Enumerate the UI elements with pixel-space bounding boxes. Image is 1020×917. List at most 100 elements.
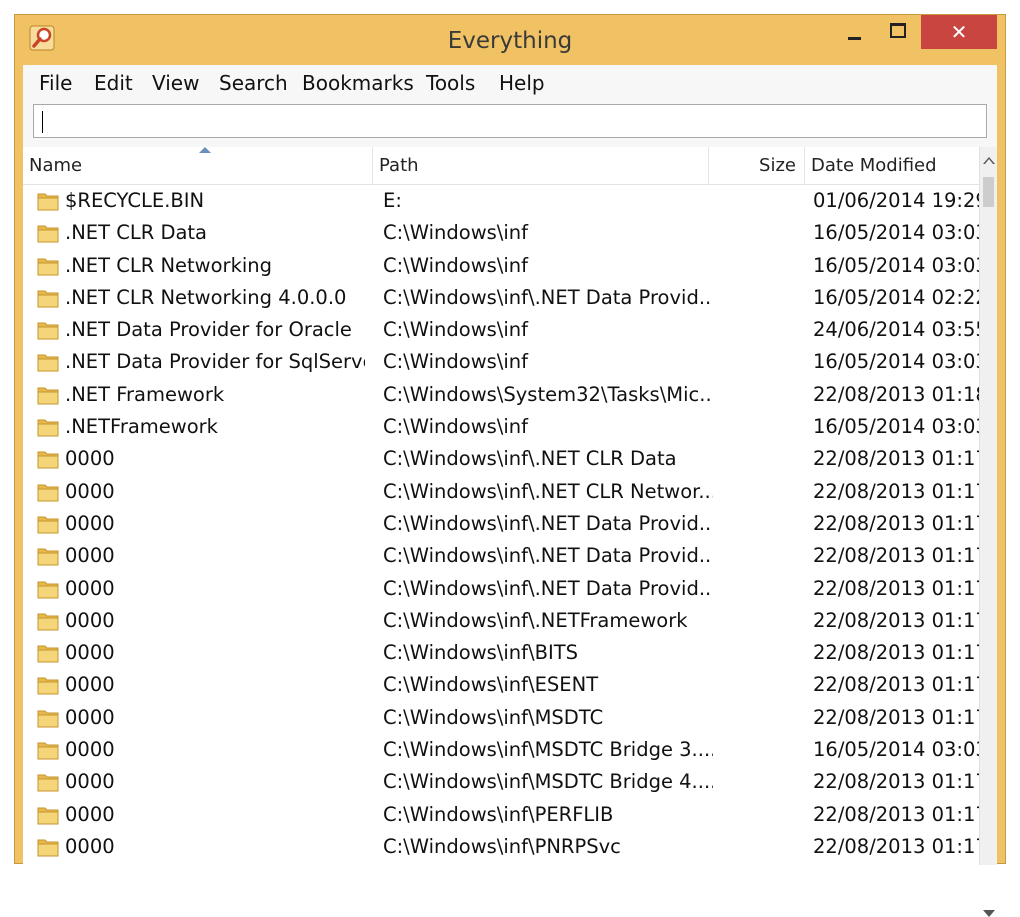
row-path: C:\Windows\inf (383, 253, 529, 277)
table-row[interactable]: 0000 C:\Windows\inf\BITS 22/08/2013 01:1… (23, 637, 979, 669)
column-label-date: Date Modified (811, 155, 937, 176)
table-row[interactable]: 0000 C:\Windows\inf\MSDTC Bridge 3.... 1… (23, 734, 979, 766)
row-path: C:\Windows\inf\BITS (383, 641, 578, 665)
table-row[interactable]: 0000 C:\Windows\inf\.NET Data Provid... … (23, 540, 979, 572)
row-name: 0000 (65, 479, 115, 503)
vertical-scrollbar[interactable] (979, 147, 997, 917)
menu-bookmarks[interactable]: Bookmarks (302, 71, 414, 95)
row-path: C:\Windows\inf (383, 350, 529, 374)
row-date-modified: 22/08/2013 01:17 (813, 802, 979, 826)
row-path: C:\Windows\inf\PERFLIB (383, 802, 614, 826)
app-window: Everything ✕ File Edit View Search Bookm… (14, 14, 1006, 917)
folder-icon (37, 354, 59, 372)
row-path: C:\Windows\inf\MSDTC (383, 705, 604, 729)
search-input[interactable] (33, 104, 987, 138)
table-row[interactable]: 0000 C:\Windows\inf\MSDTC 22/08/2013 01:… (23, 702, 979, 734)
table-row[interactable]: .NET CLR Networking C:\Windows\inf 16/05… (23, 250, 979, 282)
row-path: C:\Windows\inf\ESENT (383, 673, 599, 697)
table-row[interactable]: .NET CLR Data C:\Windows\inf 16/05/2014 … (23, 217, 979, 249)
column-header-path[interactable]: Path (373, 147, 709, 184)
row-date-modified: 22/08/2013 01:17 (813, 705, 979, 729)
scroll-thumb[interactable] (983, 177, 994, 207)
row-path: C:\Windows\System32\Tasks\Mic... (383, 382, 713, 406)
folder-icon (37, 193, 59, 211)
row-name: 0000 (65, 802, 115, 826)
row-path: C:\Windows\inf\.NET Data Provid... (383, 511, 713, 535)
table-row[interactable]: 0000 C:\Windows\inf\.NET CLR Networ... 2… (23, 476, 979, 508)
row-name: 0000 (65, 641, 115, 665)
row-path: E: (383, 189, 402, 212)
row-path: C:\Windows\inf (383, 221, 529, 245)
table-row[interactable]: .NET Data Provider for SqlServer C:\Wind… (23, 346, 979, 378)
row-date-modified: 16/05/2014 03:03 (813, 415, 979, 439)
row-path: C:\Windows\inf\.NET Data Provid... (383, 544, 713, 568)
menu-tools[interactable]: Tools (426, 71, 475, 95)
row-date-modified: 22/08/2013 01:17 (813, 479, 979, 503)
row-date-modified: 22/08/2013 01:17 (813, 834, 979, 858)
table-row[interactable]: .NET Data Provider for Oracle C:\Windows… (23, 314, 979, 346)
row-name: 0000 (65, 738, 115, 762)
table-row[interactable]: 0000 C:\Windows\inf\.NET CLR Data 22/08/… (23, 443, 979, 475)
row-name: 0000 (65, 705, 115, 729)
table-row[interactable]: $RECYCLE.BIN E: 01/06/2014 19:29 (23, 185, 979, 217)
table-row[interactable]: 0000 C:\Windows\inf\.NET Data Provid... … (23, 573, 979, 605)
folder-icon (37, 645, 59, 663)
row-date-modified: 22/08/2013 01:17 (813, 608, 979, 632)
folder-icon (37, 290, 59, 308)
row-name: .NET CLR Data (65, 221, 208, 245)
menu-file[interactable]: File (39, 71, 72, 95)
table-row[interactable]: .NETFramework C:\Windows\inf 16/05/2014 … (23, 411, 979, 443)
table-row[interactable]: .NET Framework C:\Windows\System32\Tasks… (23, 379, 979, 411)
row-path: C:\Windows\inf (383, 415, 529, 439)
maximize-button[interactable] (879, 15, 921, 49)
row-date-modified: 22/08/2013 01:17 (813, 544, 979, 568)
table-row[interactable]: 0000 C:\Windows\inf\.NETFramework 22/08/… (23, 605, 979, 637)
row-path: C:\Windows\inf\.NET Data Provid... (383, 576, 713, 600)
row-name: 0000 (65, 834, 115, 858)
folder-icon (37, 419, 59, 437)
row-date-modified: 16/05/2014 03:03 (813, 221, 979, 245)
row-date-modified: 22/08/2013 01:17 (813, 770, 979, 794)
row-name: .NETFramework (65, 415, 218, 439)
row-path: C:\Windows\inf\PNRPSvc (383, 834, 621, 858)
scroll-up-icon[interactable] (983, 157, 995, 164)
scroll-down-icon[interactable] (983, 910, 995, 917)
table-row[interactable]: 0000 C:\Windows\inf\.NET Data Provid... … (23, 508, 979, 540)
row-name: 0000 (65, 447, 115, 471)
row-name: 0000 (65, 576, 115, 600)
row-path: C:\Windows\inf\MSDTC Bridge 4.... (383, 770, 713, 794)
menu-view[interactable]: View (152, 71, 199, 95)
row-date-modified: 01/06/2014 19:29 (813, 189, 979, 212)
results-list[interactable]: $RECYCLE.BIN E: 01/06/2014 19:29 .NET CL… (23, 185, 979, 865)
row-date-modified: 16/05/2014 02:22 (813, 285, 979, 309)
close-icon: ✕ (950, 20, 968, 44)
minimize-button[interactable] (833, 15, 879, 49)
menu-help[interactable]: Help (499, 71, 545, 95)
row-name: .NET Data Provider for Oracle (65, 318, 352, 342)
column-header-size[interactable]: Size (709, 147, 805, 184)
folder-icon (37, 581, 59, 599)
column-header-date[interactable]: Date Modified (805, 147, 979, 184)
row-path: C:\Windows\inf\.NET CLR Data (383, 447, 677, 471)
table-row[interactable]: 0000 C:\Windows\inf\MSDTC Bridge 4.... 2… (23, 766, 979, 798)
folder-icon (37, 322, 59, 340)
menu-search[interactable]: Search (219, 71, 288, 95)
sort-ascending-icon (199, 147, 211, 153)
row-date-modified: 22/08/2013 01:17 (813, 576, 979, 600)
column-header-name[interactable]: Name (23, 147, 373, 184)
column-label-size: Size (759, 155, 796, 176)
table-row[interactable]: 0000 C:\Windows\inf\PNRPSvc 22/08/2013 0… (23, 831, 979, 863)
column-label-name: Name (29, 155, 83, 176)
title-bar[interactable]: Everything ✕ (15, 15, 1005, 65)
menu-edit[interactable]: Edit (94, 71, 133, 95)
folder-icon (37, 839, 59, 857)
table-row[interactable]: .NET CLR Networking 4.0.0.0 C:\Windows\i… (23, 282, 979, 314)
table-row[interactable]: 0000 C:\Windows\inf\PERFLIB 22/08/2013 0… (23, 799, 979, 831)
close-button[interactable]: ✕ (921, 15, 997, 49)
folder-icon (37, 807, 59, 825)
row-date-modified: 16/05/2014 03:03 (813, 350, 979, 374)
row-name: .NET Data Provider for SqlServer (65, 350, 365, 374)
folder-icon (37, 258, 59, 276)
table-row[interactable]: 0000 C:\Windows\inf\ESENT 22/08/2013 01:… (23, 669, 979, 701)
folder-icon (37, 613, 59, 631)
